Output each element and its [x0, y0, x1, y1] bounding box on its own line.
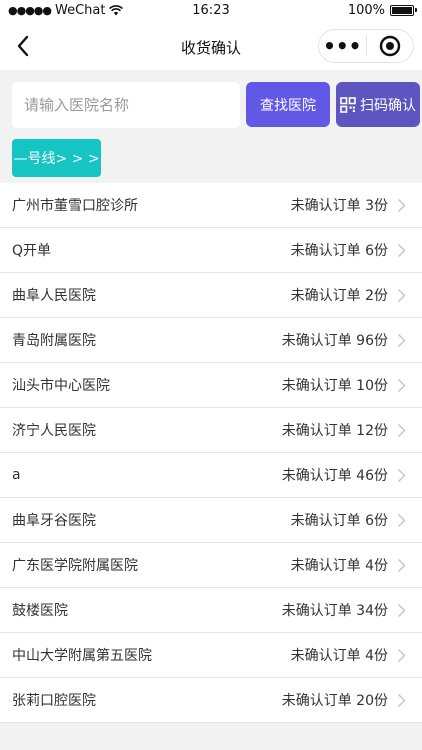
scan-confirm-label: 扫码确认 [360, 97, 416, 114]
unconfirmed-order-count: 未确认订单 4份 [290, 558, 388, 574]
find-hospital-label: 查找医院 [260, 97, 316, 114]
unconfirmed-order-count: 未确认订单 46份 [281, 468, 388, 484]
battery-fill [392, 7, 412, 14]
unconfirmed-order-count: 未确认订单 4份 [290, 648, 388, 664]
chevron-right-icon [397, 423, 406, 438]
hospital-name: 青岛附属医院 [12, 333, 96, 349]
battery-icon [390, 5, 417, 16]
hospital-row[interactable]: 广州市董雪口腔诊所 未确认订单 3份 [0, 183, 422, 228]
chevron-right-icon [397, 288, 406, 303]
chevron-right-icon [397, 513, 406, 528]
scan-confirm-button[interactable]: 扫码确认 [336, 82, 420, 127]
hospital-row[interactable]: a 未确认订单 46份 [0, 453, 422, 498]
close-mini-program-button[interactable] [367, 35, 414, 57]
hospital-search-input[interactable] [12, 82, 240, 128]
line-filter-button[interactable]: —号线> > > [12, 139, 101, 177]
unconfirmed-order-count: 未确认订单 12份 [281, 423, 388, 439]
hospital-name: 中山大学附属第五医院 [12, 648, 152, 664]
status-bar: ●●●●● WeChat 16:23 100% [0, 0, 422, 22]
hospital-name: 济宁人民医院 [12, 423, 96, 439]
hospital-row[interactable]: 广东医学院附属医院 未确认订单 4份 [0, 543, 422, 588]
chevron-right-icon [397, 333, 406, 348]
chevron-right-icon [397, 558, 406, 573]
hospital-row[interactable]: 张莉口腔医院 未确认订单 20份 [0, 678, 422, 723]
chevron-right-icon [397, 198, 406, 213]
line-filter-label: —号线> > > [13, 151, 100, 167]
chevron-right-icon [397, 603, 406, 618]
search-area: 查找医院 扫码确认 —号线> > > [0, 70, 422, 183]
unconfirmed-order-count: 未确认订单 3份 [290, 198, 388, 214]
unconfirmed-order-count: 未确认订单 6份 [290, 513, 388, 529]
unconfirmed-order-count: 未确认订单 10份 [281, 378, 388, 394]
hospital-name: 曲阜牙谷医院 [12, 513, 96, 529]
hospital-row[interactable]: 曲阜人民医院 未确认订单 2份 [0, 273, 422, 318]
hospital-name: Q开单 [12, 243, 52, 259]
battery-percent: 100% [347, 3, 385, 18]
hospital-name: 汕头市中心医院 [12, 378, 110, 394]
hospital-row[interactable]: Q开单 未确认订单 6份 [0, 228, 422, 273]
hospital-row[interactable]: 鼓楼医院 未确认订单 34份 [0, 588, 422, 633]
chevron-right-icon [397, 468, 406, 483]
more-menu-button[interactable]: ••• [319, 36, 366, 56]
hospital-row[interactable]: 济宁人民医院 未确认订单 12份 [0, 408, 422, 453]
hospital-name: 广东医学院附属医院 [12, 558, 138, 574]
find-hospital-button[interactable]: 查找医院 [246, 82, 330, 127]
hospital-row[interactable]: 中山大学附属第五医院 未确认订单 4份 [0, 633, 422, 678]
target-icon [379, 35, 400, 57]
chevron-right-icon [397, 243, 406, 258]
battery-info: 100% [347, 3, 417, 18]
chevron-right-icon [397, 648, 406, 663]
navigation-bar: 收货确认 ••• [0, 22, 422, 70]
unconfirmed-order-count: 未确认订单 20份 [281, 693, 388, 709]
hospital-row[interactable]: 汕头市中心医院 未确认订单 10份 [0, 363, 422, 408]
hospital-name: 张莉口腔医院 [12, 693, 96, 709]
unconfirmed-order-count: 未确认订单 96份 [281, 333, 388, 349]
unconfirmed-order-count: 未确认订单 2份 [290, 288, 388, 304]
unconfirmed-order-count: 未确认订单 6份 [290, 243, 388, 259]
chevron-right-icon [397, 693, 406, 708]
unconfirmed-order-count: 未确认订单 34份 [281, 603, 388, 619]
mini-program-capsule: ••• [318, 29, 414, 63]
chevron-right-icon [397, 378, 406, 393]
hospital-list: 广州市董雪口腔诊所 未确认订单 3份 Q开单 未确认订单 6份 曲阜人民医院 未确认订单 … [0, 183, 422, 723]
hospital-name: 鼓楼医院 [12, 603, 68, 619]
hospital-row[interactable]: 曲阜牙谷医院 未确认订单 6份 [0, 498, 422, 543]
qr-code-icon [340, 96, 356, 113]
hospital-row[interactable]: 青岛附属医院 未确认订单 96份 [0, 318, 422, 363]
hospital-name: 广州市董雪口腔诊所 [12, 198, 138, 214]
hospital-name: 曲阜人民医院 [12, 288, 96, 304]
hospital-name: a [12, 467, 21, 483]
